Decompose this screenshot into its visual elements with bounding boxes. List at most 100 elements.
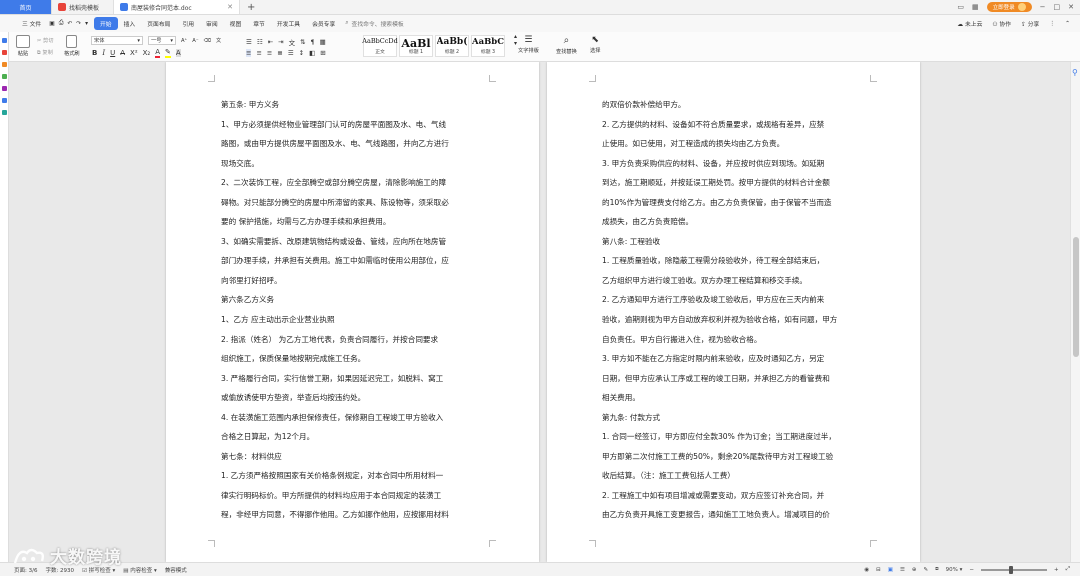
menu-section[interactable]: 章节 [247, 19, 271, 28]
shrink-font-icon[interactable]: A⁻ [192, 38, 198, 44]
tab-templates[interactable]: 找稻壳模板 [52, 0, 114, 14]
paragraph-line[interactable]: 碍物。对只能部分腾空的房屋中所滞留的家具、陈设物等，须采取必 [221, 193, 487, 213]
show-marks-icon[interactable]: ¶ [311, 38, 315, 46]
tool-icon[interactable] [2, 98, 7, 103]
paragraph-line[interactable]: 收后结算。（注：施工工费包括人工费） [602, 466, 868, 486]
page-text[interactable]: 第五条: 甲方义务 1、甲方必须提供经物业管理部门认可的房屋平面图及水、电、气线路… [221, 95, 487, 525]
quick-access-more-icon[interactable]: ▾ [83, 21, 94, 27]
paragraph-line[interactable]: 1. 乙方须严格按照国家有关价格条例规定，对本合同中所用材料一 [221, 466, 487, 486]
zoom-slider[interactable] [980, 565, 1047, 574]
focus-mode-icon[interactable]: ⧈ [935, 566, 939, 573]
paragraph-line[interactable]: 1. 合同一经签订，甲方即应付全款30% 作为订金；当工期进度过半， [602, 427, 868, 447]
new-tab-button[interactable]: + [240, 0, 262, 14]
paragraph-line[interactable]: 3. 严格履行合同，实行信誉工期，如果因延迟完工，如脱料、窝工 [221, 369, 487, 389]
paragraph-line[interactable]: 3. 甲方如不能在乙方指定时限内前来验收，应及时通知乙方，另定 [602, 349, 868, 369]
paragraph-line[interactable]: 到达，施工期顺延，并按延误工期处罚。按甲方提供的材料合计金额 [602, 173, 868, 193]
subscript-icon[interactable]: X₂ [143, 49, 151, 57]
text-layout-button[interactable]: ☰ 文字排版 [518, 35, 539, 54]
redo-icon[interactable]: ↷ [74, 21, 83, 27]
document-area[interactable]: 第五条: 甲方义务 1、甲方必须提供经物业管理部门认可的房屋平面图及水、电、气线路… [9, 62, 1070, 562]
document-page[interactable]: 的双倍价款补偿给甲方。 2. 乙方提供的材料、设备如不符合质量要求，或规格有差异，… [547, 62, 920, 562]
paragraph-line[interactable]: 向邻里打好招呼。 [221, 271, 487, 291]
tool-icon[interactable] [2, 74, 7, 79]
italic-icon[interactable]: I [102, 49, 105, 57]
menu-home[interactable]: 开始 [94, 17, 118, 30]
paragraph-line[interactable]: 2. 指派（姓名） 为乙方工地代表，负责合同履行，并按合同要求 [221, 330, 487, 350]
write-mode-icon[interactable]: ✎ [924, 567, 929, 573]
strikethrough-icon[interactable]: A [120, 49, 125, 57]
bullet-list-icon[interactable]: ☰ [246, 38, 252, 46]
superscript-icon[interactable]: X² [130, 49, 138, 57]
paste-button[interactable]: 粘贴 [16, 35, 30, 57]
location-pin-icon[interactable]: ⚲ [1072, 68, 1080, 78]
close-window-icon[interactable]: ✕ [1068, 3, 1074, 11]
vertical-scrollbar[interactable]: ⚲ [1070, 62, 1080, 562]
read-mode-icon[interactable]: ⊟ [876, 567, 881, 573]
paragraph-line[interactable]: 律实行明码标价。甲方所提供的材料均应用于本合同规定的装潢工 [221, 486, 487, 506]
menu-view[interactable]: 视图 [224, 19, 248, 28]
paragraph-line[interactable]: 成损失，由乙方负责赔偿。 [602, 212, 868, 232]
collab-button[interactable]: ⚇ 协作 [992, 19, 1011, 28]
maximize-icon[interactable]: □ [1054, 3, 1061, 11]
paragraph-line[interactable]: 1、乙方 应主动出示企业营业执照 [221, 310, 487, 330]
sort-icon[interactable]: ⇅ [300, 38, 305, 46]
layout-icon[interactable]: ▭ [957, 3, 964, 11]
paragraph-line[interactable]: 自负责任。甲方自行搬进入住，视为验收合格。 [602, 330, 868, 350]
clear-format-icon[interactable]: ⌫ [204, 38, 211, 44]
more-icon[interactable]: ⋮ [1049, 21, 1055, 27]
pinyin-icon[interactable]: 文 [216, 37, 221, 44]
outline-view-icon[interactable]: ☰ [900, 567, 905, 573]
save-icon[interactable]: ▣ [47, 21, 56, 27]
paragraph-line[interactable]: 第九条: 付款方式 [602, 408, 868, 428]
paragraph-line[interactable]: 2、二次装饰工程，应全部腾空或部分腾空房屋，清除影响施工的障 [221, 173, 487, 193]
paragraph-line[interactable]: 甲方即第二次付施工工费的50%，剩余20%尾款待甲方对工程竣工验 [602, 447, 868, 467]
paragraph-line[interactable]: 4. 在装潢施工范围内承担保修责任，保修期自工程竣工甲方验收入 [221, 408, 487, 428]
increase-indent-icon[interactable]: ⇥ [278, 38, 283, 46]
command-search[interactable]: ⌕ 查找命令、搜索模板 [341, 19, 403, 28]
select-button[interactable]: ⬉ 选择 [590, 35, 600, 54]
tool-icon[interactable] [2, 62, 7, 67]
scrollbar-thumb[interactable] [1073, 237, 1079, 357]
page-view-icon[interactable]: ▣ [888, 567, 893, 573]
paragraph-line[interactable]: 止使用。如已使用，对工程造成的损失均由乙方负责。 [602, 134, 868, 154]
paragraph-line[interactable]: 或偷放诱使甲方垫资，举查后均按违约处。 [221, 388, 487, 408]
docer-icon[interactable] [2, 50, 7, 55]
collapse-ribbon-icon[interactable]: ⌃ [1065, 21, 1070, 27]
menu-file[interactable]: 三 文件 [16, 19, 47, 28]
char-shading-icon[interactable]: A [175, 49, 181, 57]
paragraph-line[interactable]: 要的 保护措施，均需与乙方办理手续和承担费用。 [221, 212, 487, 232]
shading-icon[interactable]: ◧ [309, 49, 315, 57]
share-button[interactable]: ⇪ 分享 [1021, 19, 1039, 28]
paragraph-line[interactable]: 第五条: 甲方义务 [221, 95, 487, 115]
paragraph-line[interactable]: 部门办理手续，并承担有关费用。施工中如需临时使用公用部位，应 [221, 251, 487, 271]
grow-font-icon[interactable]: A⁺ [181, 38, 187, 44]
zoom-level[interactable]: 90% ▾ [946, 567, 963, 573]
chinese-layout-icon[interactable]: 文 [289, 37, 296, 47]
paragraph-line[interactable]: 的10%作为管理费支付给乙方。由乙方负责保管，由于保管不当而造 [602, 193, 868, 213]
find-replace-button[interactable]: ⌕ 查找替换 [556, 35, 577, 55]
font-size-select[interactable]: 一号 ▾ [148, 36, 176, 45]
grid-icon[interactable]: ▦ [972, 3, 979, 11]
left-panel-strip[interactable] [0, 32, 9, 562]
document-page[interactable]: 第五条: 甲方义务 1、甲方必须提供经物业管理部门认可的房屋平面图及水、电、气线路… [166, 62, 539, 562]
paragraph-line[interactable]: 现场交底。 [221, 154, 487, 174]
font-family-select[interactable]: 宋体 ▾ [91, 36, 143, 45]
tab-home[interactable]: 首页 [0, 0, 52, 14]
cut-button[interactable]: ✂ 剪切 [37, 37, 53, 44]
paragraph-line[interactable]: 的双倍价款补偿给甲方。 [602, 95, 868, 115]
borders-icon[interactable]: ▦ [320, 38, 326, 46]
paragraph-line[interactable]: 日期，但甲方应承认工序或工程的竣工日期，并承担乙方的看管费和 [602, 369, 868, 389]
page-text[interactable]: 的双倍价款补偿给甲方。 2. 乙方提供的材料、设备如不符合质量要求，或规格有差异，… [602, 95, 868, 525]
styles-more-button[interactable]: ▴ ▾ [514, 33, 517, 47]
nav-icon[interactable] [2, 38, 7, 43]
tab-document[interactable]: 南屋装修合同范本.doc ✕ [114, 0, 240, 14]
content-check-button[interactable]: ▤ 内容检查 ▾ [123, 566, 156, 574]
numbered-list-icon[interactable]: ☷ [257, 38, 263, 46]
zoom-slider-knob[interactable] [1008, 565, 1013, 574]
line-spacing-icon[interactable]: ↕ [299, 49, 304, 57]
paragraph-line[interactable]: 验收，逾期则视为甲方自动放弃权利并视为验收合格，如有问题，甲方 [602, 310, 868, 330]
paragraph-line[interactable]: 第六条乙方义务 [221, 290, 487, 310]
paragraph-line[interactable]: 合格之日算起，为12个月。 [221, 427, 487, 447]
paragraph-line[interactable]: 2. 乙方通知甲方进行工序验收及竣工验收后，甲方应在三天内前来 [602, 290, 868, 310]
copy-button[interactable]: ⧉ 复制 [37, 49, 53, 57]
